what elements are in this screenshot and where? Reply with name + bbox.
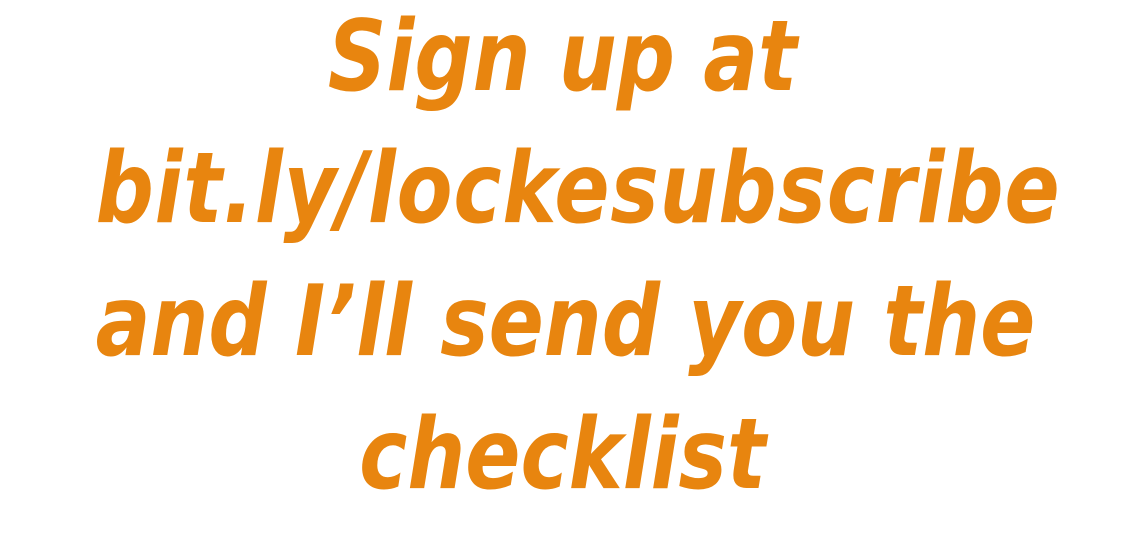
- message-line-3: and I’ll send you the: [95, 265, 1036, 379]
- subscribe-link-text: bit.ly/lockesubscribe: [95, 132, 1061, 246]
- message-line-4: checklist: [359, 398, 766, 512]
- message-line-1: Sign up at: [327, 0, 798, 114]
- signup-message-card: Sign up at bit.ly/lockesubscribe and I’l…: [0, 0, 1125, 536]
